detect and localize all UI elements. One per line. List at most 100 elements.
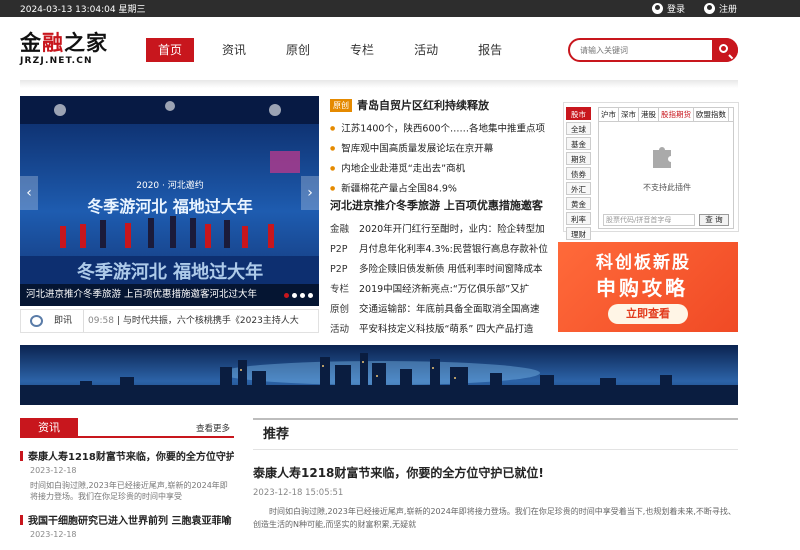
slider-dots: [284, 293, 313, 298]
slider-dot[interactable]: [308, 293, 313, 298]
market-tab-bonds[interactable]: 债券: [566, 167, 591, 180]
nav-item-news[interactable]: 资讯: [210, 38, 258, 62]
top-headline[interactable]: 原创 青岛自贸片区红利持续释放: [330, 96, 548, 114]
slide-text-main: 冬季游河北 福地过大年: [87, 197, 253, 216]
logo-en: JRZJ.NET.CN: [20, 56, 93, 66]
news-date: 2023-12-18: [30, 530, 77, 539]
market-tab-wealth[interactable]: 理财: [566, 227, 591, 240]
slider-dot[interactable]: [300, 293, 305, 298]
top-headline-text[interactable]: 青岛自贸片区红利持续释放: [357, 97, 489, 113]
image-slider[interactable]: 2020 · 河北邀约 冬季游河北 福地过大年 冬季游河北 福地过大年 ‹ › …: [20, 96, 319, 306]
category-label[interactable]: 原创: [330, 300, 351, 320]
search-box: [568, 38, 738, 62]
nav-item-reports[interactable]: 报告: [466, 38, 514, 62]
login-label[interactable]: 登录: [667, 2, 685, 15]
stock-code-input[interactable]: 股票代码/拼音首字母: [603, 214, 695, 226]
market-tab-forex[interactable]: 外汇: [566, 182, 591, 195]
search-button[interactable]: [712, 38, 738, 62]
bullet-news-list: 江苏1400个，陕西600个……各地集中推重点项 智库观中国高质量发展论坛在京开…: [330, 119, 548, 199]
news-title[interactable]: 平安科技定义科技版“萌系” 四大产品打造: [359, 324, 533, 335]
market-tab-stocks[interactable]: 股市: [566, 107, 591, 120]
market-tab-gold[interactable]: 黄金: [566, 197, 591, 210]
tab-eu-index[interactable]: 欧盟指数: [694, 108, 729, 121]
nav-item-column[interactable]: 专栏: [338, 38, 386, 62]
ticker-time: 09:58: [83, 310, 114, 332]
list-item[interactable]: 内地企业赴港觅“走出去”商机: [330, 159, 548, 179]
market-widget: 股市 全球 基金 期货 债券 外汇 黄金 利率 理财 沪市 深市 港股 股指期货…: [563, 102, 739, 240]
news-summary: 时间如白驹过隙,2023年已经接近尾声,崭新的2024年即将接力登场。我们在你足…: [30, 481, 228, 501]
news-title[interactable]: 我国干细胞研究已进入世界前列 三胞袁亚菲喻: [20, 512, 234, 527]
nav-item-original[interactable]: 原创: [274, 38, 322, 62]
list-item[interactable]: 原创 交通运输部：年底前具备全面取消全国高速: [330, 300, 548, 320]
login-link[interactable]: 登录: [652, 2, 685, 15]
main-nav: 首页 资讯 原创 专栏 活动 报告: [146, 38, 530, 62]
star-market-ad[interactable]: 科创板新股 申购攻略 立即查看: [558, 242, 738, 332]
nav-item-events[interactable]: 活动: [402, 38, 450, 62]
category-label[interactable]: 活动: [330, 320, 351, 340]
news-title[interactable]: 交通运输部：年底前具备全面取消全国高速: [359, 304, 540, 315]
ticker-label: 即讯: [54, 316, 73, 326]
list-item[interactable]: 专栏 2019中国经济新亮点:“万亿俱乐部”又扩: [330, 280, 548, 300]
query-button[interactable]: 查 询: [699, 214, 729, 226]
category-label[interactable]: 金融: [330, 220, 351, 240]
list-item[interactable]: 金融 2020年开门红行至酣时，业内：险企转型加: [330, 220, 548, 240]
list-item[interactable]: P2P 多险企赎旧债发新债 用低利率时间窗降成本: [330, 260, 548, 280]
recommend-summary: 时间如白驹过隙,2023年已经接近尾声,崭新的2024年即将接力登场。我们在你足…: [253, 507, 736, 529]
register-link[interactable]: 注册: [704, 2, 737, 15]
tab-shanghai[interactable]: 沪市: [599, 108, 619, 121]
news-ticker: 即讯 09:58 | 与时代共振，六个核桃携手《2023主持人大: [20, 309, 319, 333]
register-label[interactable]: 注册: [719, 2, 737, 15]
category-label[interactable]: P2P: [330, 240, 351, 260]
slider-prev-arrow[interactable]: ‹: [20, 176, 38, 210]
market-tab-funds[interactable]: 基金: [566, 137, 591, 150]
news-column: 资讯 查看更多 泰康人寿1218财富节来临，你要的全方位守护 2023-12-1…: [20, 418, 234, 550]
news-title[interactable]: 月付息年化利率4.3%:民营银行高息存款补位: [359, 244, 548, 255]
market-top-tabs: 沪市 深市 港股 股指期货 欧盟指数: [599, 108, 733, 122]
list-item[interactable]: 泰康人寿1218财富节来临，你要的全方位守护 2023-12-18 时间如白驹过…: [20, 448, 234, 502]
tab-news[interactable]: 资讯: [20, 418, 78, 438]
news-title[interactable]: 泰康人寿1218财富节来临，你要的全方位守护: [20, 448, 234, 463]
headline-news: 原创 青岛自贸片区红利持续释放 江苏1400个，陕西600个……各地集中推重点项…: [330, 96, 548, 335]
news-title[interactable]: 多险企赎旧债发新债 用低利率时间窗降成本: [359, 264, 543, 275]
market-tab-global[interactable]: 全球: [566, 122, 591, 135]
slider-next-arrow[interactable]: ›: [301, 176, 319, 210]
category-label[interactable]: P2P: [330, 260, 351, 280]
slider-dot[interactable]: [292, 293, 297, 298]
market-tab-futures[interactable]: 期货: [566, 152, 591, 165]
news-title[interactable]: 2020年开门红行至酣时，业内：险企转型加: [359, 224, 545, 235]
city-banner[interactable]: [20, 345, 738, 405]
tab-index-futures[interactable]: 股指期货: [659, 108, 694, 121]
user-icon: [652, 3, 663, 14]
list-item[interactable]: 江苏1400个，陕西600个……各地集中推重点项: [330, 119, 548, 139]
slider-dot[interactable]: [284, 293, 289, 298]
news-title[interactable]: 2019中国经济新亮点:“万亿俱乐部”又扩: [359, 284, 529, 295]
tab-hk[interactable]: 港股: [639, 108, 659, 121]
list-item[interactable]: 新疆棉花产量占全国84.9%: [330, 179, 548, 199]
ticker-text[interactable]: | 与时代共振，六个核桃携手《2023主持人大: [117, 310, 299, 332]
search-icon: [719, 44, 728, 53]
slide-caption[interactable]: 河北进京推介冬季旅游 上百项优惠措施邀客河北过大年: [20, 284, 319, 306]
list-item[interactable]: P2P 月付息年化利率4.3%:民营银行高息存款补位: [330, 240, 548, 260]
category-news-list: 金融 2020年开门红行至酣时，业内：险企转型加 P2P 月付息年化利率4.3%:民…: [330, 220, 548, 340]
recommend-heading: 推荐: [253, 418, 738, 450]
recommend-date: 2023-12-18 15:05:51: [253, 488, 344, 498]
banner-image: [20, 345, 738, 405]
recommend-title[interactable]: 泰康人寿1218财富节来临，你要的全方位守护已就位!: [253, 464, 738, 481]
view-more-link[interactable]: 查看更多: [196, 422, 230, 434]
recommend-column: 推荐 泰康人寿1218财富节来临，你要的全方位守护已就位! 2023-12-18…: [253, 418, 738, 550]
header: 金融之家 JRZJ.NET.CN 首页 资讯 原创 专栏 活动 报告: [0, 17, 800, 79]
search-input[interactable]: [580, 43, 702, 57]
slide-image: 2020 · 河北邀约 冬季游河北 福地过大年 冬季游河北 福地过大年: [20, 96, 319, 306]
top-bar: 2024-03-13 13:04:04 星期三 登录 注册: [0, 0, 800, 17]
tab-shenzhen[interactable]: 深市: [619, 108, 639, 121]
second-headline[interactable]: 河北进京推介冬季旅游 上百项优惠措施邀客: [330, 197, 543, 213]
list-item[interactable]: 我国干细胞研究已进入世界前列 三胞袁亚菲喻 2023-12-18: [20, 512, 234, 539]
market-tab-rates[interactable]: 利率: [566, 212, 591, 225]
category-label[interactable]: 专栏: [330, 280, 351, 300]
nav-item-home[interactable]: 首页: [146, 38, 195, 62]
plugin-unsupported-text: 不支持此插件: [643, 183, 691, 192]
list-item[interactable]: 活动 平安科技定义科技版“萌系” 四大产品打造: [330, 320, 548, 340]
list-item[interactable]: 智库观中国高质量发展论坛在京开幕: [330, 139, 548, 159]
ad-view-button[interactable]: 立即查看: [608, 304, 688, 324]
site-logo[interactable]: 金融之家 JRZJ.NET.CN: [20, 31, 108, 66]
